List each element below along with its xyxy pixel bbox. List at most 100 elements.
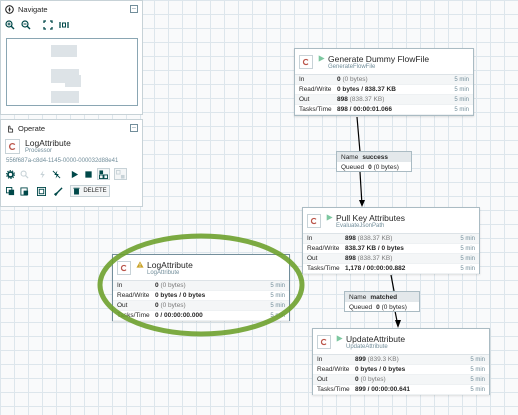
connection-line-matched-top bbox=[390, 274, 395, 292]
processor-pull-key-attributes[interactable]: Pull Key Attributes EvaluateJsonPath In 8… bbox=[302, 207, 480, 274]
operate-toolbar-row1 bbox=[1, 167, 142, 181]
processor-name: Generate Dummy FlowFile bbox=[328, 53, 430, 64]
flow-canvas[interactable]: Navigate – Operate – LogAttribute Proces… bbox=[0, 0, 518, 415]
processor-header: LogAttribute LogAttribute bbox=[113, 255, 289, 281]
connection-line-success-top bbox=[356, 116, 361, 153]
selected-component-type: Processor bbox=[25, 148, 53, 154]
group-icon[interactable] bbox=[36, 186, 46, 196]
processor-icon bbox=[307, 213, 321, 228]
stat-out: Out 898 (838.37 KB) 5 min bbox=[303, 254, 479, 264]
operate-toolbar-row2: DELETE bbox=[1, 183, 142, 199]
disable-icon[interactable] bbox=[51, 169, 61, 179]
template-upload-icon bbox=[114, 168, 127, 180]
stat-out: Out 0 (0 bytes) 5 min bbox=[313, 375, 489, 385]
connection-queued-row: Queued 0 (0 bytes) bbox=[349, 303, 407, 311]
stat-in: In 0 (0 bytes) 5 min bbox=[295, 75, 473, 85]
stat-read-write: Read/Write 0 bytes / 0 bytes 5 min bbox=[113, 291, 289, 301]
processor-name: LogAttribute bbox=[147, 259, 193, 270]
stat-tasks-time: Tasks/Time 899 / 00:00:00.641 5 min bbox=[313, 385, 489, 395]
warning-icon[interactable] bbox=[136, 261, 144, 268]
stat-read-write: Read/Write 0 bytes / 838.37 KB 5 min bbox=[295, 85, 473, 95]
birdseye-processor bbox=[51, 45, 77, 57]
processor-header: Pull Key Attributes EvaluateJsonPath bbox=[303, 208, 479, 234]
operate-header: Operate – bbox=[1, 120, 142, 136]
configure-gear-icon[interactable] bbox=[5, 169, 15, 179]
stat-read-write: Read/Write 838.37 KB / 0 bytes 5 min bbox=[303, 244, 479, 254]
stat-out: Out 0 (0 bytes) 5 min bbox=[113, 301, 289, 311]
trash-icon bbox=[73, 187, 80, 195]
delete-label: DELETE bbox=[83, 188, 107, 194]
processor-name: UpdateAttribute bbox=[346, 333, 406, 344]
navigate-header: Navigate – bbox=[1, 1, 142, 17]
stat-read-write: Read/Write 0 bytes / 0 bytes 5 min bbox=[313, 365, 489, 375]
operate-panel: Operate – LogAttribute Processor 556f687… bbox=[0, 119, 143, 207]
processor-icon bbox=[317, 334, 331, 349]
arrowhead-icon bbox=[395, 320, 401, 328]
connection-line-success-bottom bbox=[359, 171, 363, 206]
processor-icon bbox=[5, 138, 20, 154]
variables-icon bbox=[19, 169, 29, 179]
running-play-icon bbox=[336, 335, 343, 342]
copy-icon[interactable] bbox=[5, 186, 15, 196]
connection-name: success bbox=[362, 153, 389, 161]
navigate-panel: Navigate – bbox=[0, 0, 143, 115]
arrowhead-icon bbox=[359, 200, 365, 207]
processor-name: Pull Key Attributes bbox=[336, 212, 405, 223]
navigation-birdseye[interactable] bbox=[6, 38, 138, 106]
template-create-icon[interactable] bbox=[97, 168, 110, 180]
processor-stats: In 899 (839.3 KB) 5 min Read/Write 0 bytes … bbox=[313, 355, 489, 395]
processor-icon bbox=[299, 54, 313, 69]
processor-updateattribute[interactable]: UpdateAttribute UpdateAttribute In 899 (8… bbox=[312, 328, 490, 395]
processor-type: EvaluateJsonPath bbox=[336, 222, 385, 229]
compass-icon bbox=[5, 4, 14, 14]
processor-stats: In 0 (0 bytes) 5 min Read/Write 0 bytes / 0… bbox=[113, 281, 289, 321]
stat-out: Out 898 (838.37 KB) 5 min bbox=[295, 95, 473, 105]
collapse-navigate-icon[interactable]: – bbox=[130, 5, 138, 13]
processor-stats: In 0 (0 bytes) 5 min Read/Write 0 bytes / 8… bbox=[295, 75, 473, 115]
stat-in: In 899 (839.3 KB) 5 min bbox=[313, 355, 489, 365]
navigate-title: Navigate bbox=[18, 4, 48, 14]
enable-icon bbox=[37, 169, 47, 179]
processor-icon bbox=[117, 260, 131, 275]
birdseye-processor bbox=[65, 75, 81, 87]
stat-tasks-time: Tasks/Time 1,178 / 00:00:00.882 5 min bbox=[303, 264, 479, 274]
processor-type: GenerateFlowFile bbox=[328, 63, 376, 70]
change-color-icon[interactable] bbox=[53, 186, 63, 196]
connection-line-matched-bottom bbox=[394, 310, 399, 327]
processor-header: Generate Dummy FlowFile GenerateFlowFile bbox=[295, 49, 473, 75]
zoom-out-icon[interactable] bbox=[21, 20, 31, 30]
actual-size-icon[interactable] bbox=[59, 20, 69, 30]
navigate-toolbar bbox=[1, 17, 142, 33]
paste-icon[interactable] bbox=[19, 186, 29, 196]
delete-button[interactable]: DELETE bbox=[70, 185, 110, 197]
stop-icon[interactable] bbox=[83, 169, 93, 179]
processor-type: LogAttribute bbox=[147, 269, 180, 276]
processor-stats: In 898 (838.37 KB) 5 min Read/Write 838.37 … bbox=[303, 234, 479, 274]
processor-type: UpdateAttribute bbox=[346, 343, 388, 350]
connection-name-row: Name matched bbox=[345, 292, 419, 302]
processor-generate-flowfile[interactable]: Generate Dummy FlowFile GenerateFlowFile… bbox=[294, 48, 474, 116]
running-play-icon bbox=[326, 214, 333, 221]
processor-header: UpdateAttribute UpdateAttribute bbox=[313, 329, 489, 355]
operate-title: Operate bbox=[18, 123, 46, 133]
zoom-in-icon[interactable] bbox=[5, 20, 15, 30]
birdseye-processor bbox=[51, 91, 79, 103]
collapse-operate-icon[interactable]: – bbox=[130, 124, 138, 132]
stat-tasks-time: Tasks/Time 0 / 00:00:00.000 5 min bbox=[113, 311, 289, 321]
connection-matched-label[interactable]: Name matched Queued 0 (0 bytes) bbox=[344, 291, 420, 312]
connection-name: matched bbox=[370, 293, 398, 301]
processor-logattribute[interactable]: LogAttribute LogAttribute In 0 (0 bytes) 5… bbox=[112, 254, 290, 321]
selected-component-name: LogAttribute bbox=[25, 138, 71, 148]
connection-success-label[interactable]: Name success Queued 0 (0 bytes) bbox=[336, 151, 412, 172]
connection-queued-row: Queued 0 (0 bytes) bbox=[341, 163, 399, 171]
stat-in: In 898 (838.37 KB) 5 min bbox=[303, 234, 479, 244]
hand-pointer-icon bbox=[8, 125, 14, 133]
connection-name-row: Name success bbox=[337, 152, 411, 162]
operate-selection: LogAttribute Processor bbox=[1, 136, 142, 156]
start-icon[interactable] bbox=[69, 169, 79, 179]
stat-in: In 0 (0 bytes) 5 min bbox=[113, 281, 289, 291]
stat-tasks-time: Tasks/Time 898 / 00:00:01.066 5 min bbox=[295, 105, 473, 115]
selected-component-id: 556f687a-c8d4-1145-0000-000032d88e41 bbox=[6, 158, 119, 164]
running-play-icon bbox=[318, 55, 325, 62]
fit-icon[interactable] bbox=[43, 20, 53, 30]
